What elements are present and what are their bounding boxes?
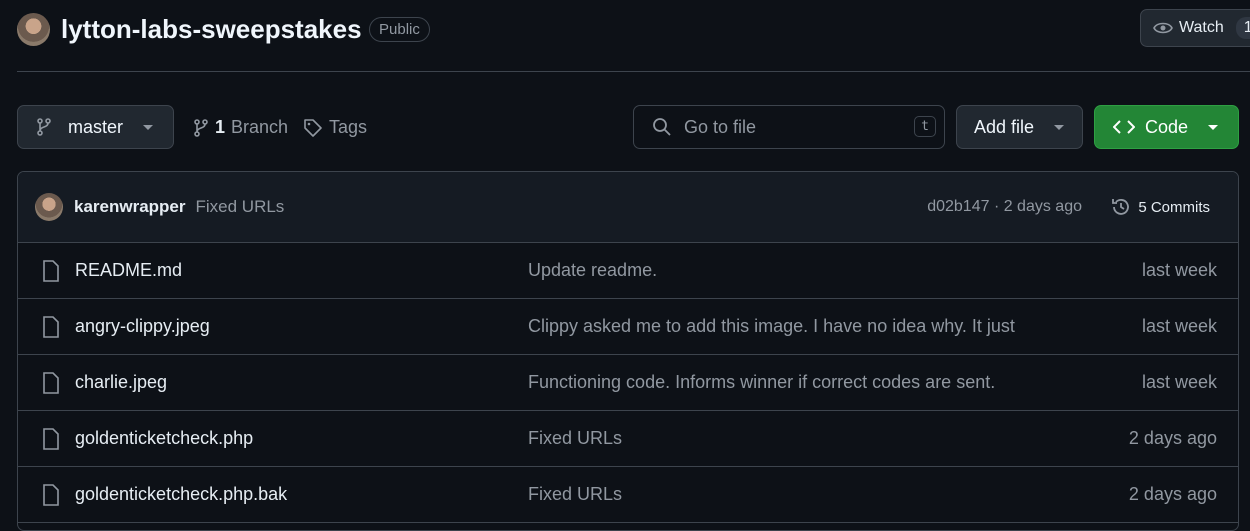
divider <box>17 71 1250 72</box>
commit-message[interactable]: Fixed URLs <box>196 197 285 217</box>
file-name[interactable]: goldenticketcheck.php.bak <box>75 484 287 505</box>
file-commit-message[interactable]: Functioning code. Informs winner if corr… <box>528 372 995 393</box>
chevron-down-icon <box>1054 124 1065 130</box>
file-icon <box>43 483 59 506</box>
file-row[interactable]: angry-clippy.jpeg Clippy asked me to add … <box>18 299 1238 355</box>
eye-icon <box>1153 22 1173 34</box>
file-name[interactable]: README.md <box>75 260 182 281</box>
file-icon <box>43 259 59 282</box>
code-icon <box>1113 120 1135 134</box>
file-commit-message[interactable]: Update readme. <box>528 260 657 281</box>
branch-select[interactable]: master <box>17 105 174 149</box>
branch-icon <box>194 118 208 137</box>
commits-count: 5 Commits <box>1138 198 1210 216</box>
latest-commit-bar: karenwrapper Fixed URLs d02b147 · 2 days… <box>18 172 1238 243</box>
history-icon <box>1112 199 1130 215</box>
file-icon <box>43 427 59 450</box>
branch-name: master <box>68 116 124 137</box>
branch-label: Branch <box>231 117 289 137</box>
code-button[interactable]: Code <box>1094 105 1239 149</box>
file-date: 2 days ago <box>1128 428 1217 448</box>
chevron-down-icon <box>1208 124 1219 130</box>
search-placeholder: Go to file <box>684 116 757 137</box>
go-to-file-input[interactable]: Go to file t <box>633 105 945 149</box>
branch-icon <box>37 118 51 136</box>
search-icon <box>653 118 671 136</box>
file-date: last week <box>1141 372 1217 392</box>
add-file-label: Add file <box>974 116 1035 137</box>
file-commit-message[interactable]: Fixed URLs <box>528 428 622 449</box>
watch-button[interactable]: Watch 1 <box>1140 9 1250 47</box>
watch-label: Watch <box>1179 19 1224 36</box>
tags-link[interactable]: Tags <box>303 117 367 138</box>
commit-hash-time[interactable]: d02b147 · 2 days ago <box>927 198 1082 216</box>
file-icon <box>43 315 59 338</box>
file-name[interactable]: angry-clippy.jpeg <box>75 316 210 337</box>
chevron-down-icon <box>143 124 154 130</box>
file-date: last week <box>1141 260 1217 280</box>
branch-count: 1 <box>215 117 226 137</box>
branches-link[interactable]: 1 Branch <box>193 117 288 138</box>
repo-title[interactable]: lytton-labs-sweepstakes <box>61 14 362 45</box>
file-commit-message[interactable]: Fixed URLs <box>528 484 622 505</box>
watch-count: 1 <box>1235 17 1250 39</box>
file-table: karenwrapper Fixed URLs d02b147 · 2 days… <box>17 171 1239 531</box>
tags-label: Tags <box>329 117 368 137</box>
file-name[interactable]: charlie.jpeg <box>75 372 167 393</box>
file-date: last week <box>1141 316 1217 336</box>
owner-avatar[interactable] <box>17 13 50 46</box>
code-label: Code <box>1145 116 1189 137</box>
file-commit-message[interactable]: Clippy asked me to add this image. I hav… <box>528 316 1015 337</box>
commit-author[interactable]: karenwrapper <box>74 197 186 217</box>
file-row[interactable]: README.md Update readme. last week <box>18 243 1238 299</box>
file-row[interactable]: charlie.jpeg Functioning code. Informs wi… <box>18 355 1238 411</box>
visibility-badge: Public <box>369 17 430 42</box>
file-row[interactable]: goldenticketcheck.php.bak Fixed URLs 2 day… <box>18 467 1238 523</box>
file-name[interactable]: goldenticketcheck.php <box>75 428 253 449</box>
tag-icon <box>304 118 322 137</box>
file-row[interactable]: goldenticketcheck.php Fixed URLs 2 days ag… <box>18 411 1238 467</box>
add-file-button[interactable]: Add file <box>956 105 1083 149</box>
file-date: 2 days ago <box>1128 484 1217 504</box>
commits-link[interactable]: 5 Commits <box>1110 196 1210 218</box>
shortcut-hint: t <box>914 116 936 137</box>
file-icon <box>43 371 59 394</box>
author-avatar[interactable] <box>35 193 63 221</box>
